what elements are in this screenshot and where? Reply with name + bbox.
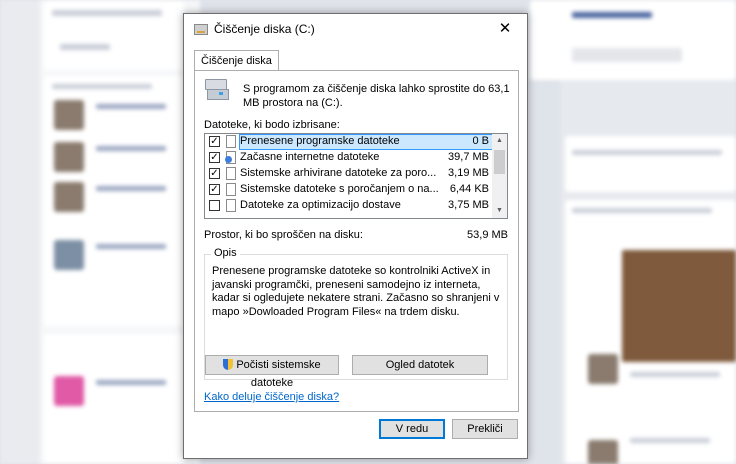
header-text: S programom za čiščenje diska lahko spro…	[243, 83, 510, 109]
file-size: 39,7 MB	[448, 151, 489, 163]
space-label: Prostor, ki bo sproščen na disku:	[204, 229, 363, 241]
checkbox[interactable]: ✓	[209, 184, 220, 195]
help-link[interactable]: Kako deluje čiščenje diska?	[204, 391, 339, 403]
clean-system-files-button[interactable]: Počisti sistemske datoteke	[205, 355, 339, 389]
description-text: Prenesene programske datoteke so kontrol…	[212, 265, 500, 318]
checkbox[interactable]	[209, 200, 220, 211]
list-item[interactable]: ✓ Prenesene programske datoteke 0 B	[205, 134, 493, 150]
uac-shield-icon	[223, 359, 234, 370]
disk-cleanup-dialog: Čiščenje diska (C:) ✕ Čiščenje diska S p…	[183, 13, 528, 459]
tab-panel: S programom za čiščenje diska lahko spro…	[194, 70, 519, 412]
file-size: 0 B	[472, 135, 489, 147]
list-item[interactable]: ✓ Sistemske datoteke s poročanjem o na..…	[205, 182, 493, 198]
checkbox[interactable]: ✓	[209, 168, 220, 179]
space-value: 53,9 MB	[467, 229, 508, 241]
list-scrollbar[interactable]: ▲ ▼	[492, 134, 507, 218]
file-icon	[226, 135, 236, 148]
close-icon[interactable]: ✕	[483, 14, 527, 44]
file-icon	[226, 183, 236, 196]
web-file-icon	[225, 151, 236, 164]
files-list[interactable]: ✓ Prenesene programske datoteke 0 B ✓ Za…	[204, 133, 508, 219]
file-size: 6,44 KB	[449, 183, 489, 195]
scroll-up-icon[interactable]: ▲	[492, 134, 507, 148]
file-size: 3,19 MB	[448, 167, 489, 179]
file-name: Začasne internetne datoteke	[240, 151, 380, 163]
file-name: Sistemske arhivirane datoteke za poro...	[240, 167, 437, 179]
checkbox[interactable]: ✓	[209, 136, 220, 147]
title-bar[interactable]: Čiščenje diska (C:) ✕	[184, 14, 527, 46]
checkbox[interactable]: ✓	[209, 152, 220, 163]
list-item[interactable]: Datoteke za optimizacijo dostave 3,75 MB	[205, 198, 493, 214]
disk-cleanup-icon	[194, 24, 208, 35]
tab-strip: Čiščenje diska	[192, 50, 519, 72]
clean-system-files-label: Počisti sistemske datoteke	[236, 359, 321, 389]
list-item[interactable]: ✓ Začasne internetne datoteke 39,7 MB	[205, 150, 493, 166]
file-name: Prenesene programske datoteke	[240, 135, 400, 147]
file-size: 3,75 MB	[448, 199, 489, 211]
file-name: Datoteke za optimizacijo dostave	[240, 199, 401, 211]
ok-button[interactable]: V redu	[379, 419, 445, 439]
drive-icon	[205, 79, 229, 100]
view-files-button[interactable]: Ogled datotek	[352, 355, 488, 375]
list-item[interactable]: ✓ Sistemske arhivirane datoteke za poro.…	[205, 166, 493, 182]
description-legend: Opis	[211, 247, 240, 259]
file-icon	[226, 167, 236, 180]
scroll-thumb[interactable]	[494, 150, 505, 174]
scroll-down-icon[interactable]: ▼	[492, 204, 507, 218]
file-icon	[226, 199, 236, 212]
tab-disk-cleanup[interactable]: Čiščenje diska	[194, 50, 279, 71]
cancel-button[interactable]: Prekliči	[452, 419, 518, 439]
file-name: Sistemske datoteke s poročanjem o na...	[240, 183, 439, 195]
files-label: Datoteke, ki bodo izbrisane:	[204, 119, 340, 131]
window-title: Čiščenje diska (C:)	[214, 22, 315, 36]
